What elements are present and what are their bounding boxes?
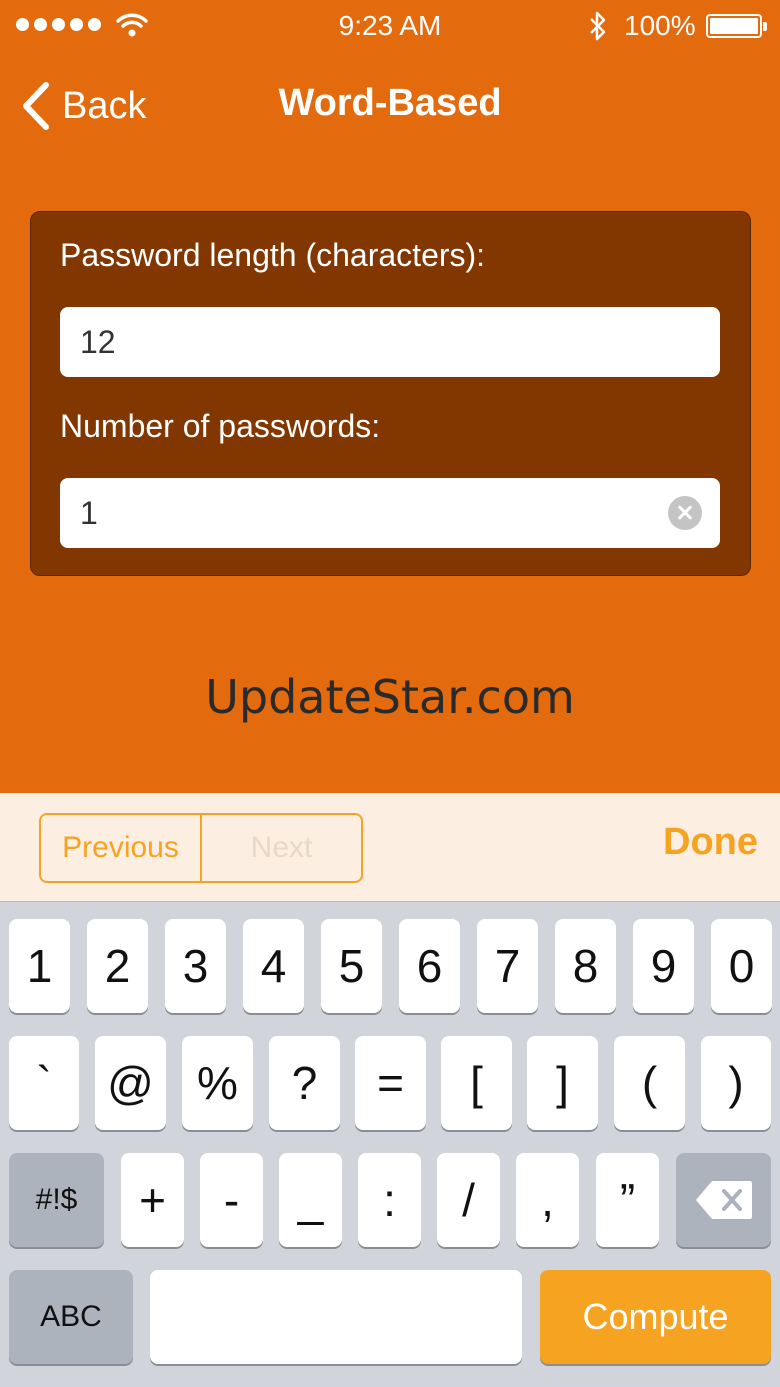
password-count-value: 1	[80, 494, 98, 531]
key-left-paren[interactable]: (	[614, 1036, 685, 1130]
backspace-icon	[695, 1181, 752, 1219]
key-slash[interactable]: /	[437, 1153, 500, 1247]
key-4[interactable]: 4	[243, 919, 304, 1013]
key-8[interactable]: 8	[555, 919, 616, 1013]
abc-key[interactable]: ABC	[9, 1270, 133, 1364]
key-9[interactable]: 9	[633, 919, 694, 1013]
key-at[interactable]: @	[95, 1036, 166, 1130]
key-right-bracket[interactable]: ]	[527, 1036, 598, 1130]
key-question[interactable]: ?	[269, 1036, 340, 1130]
key-plus[interactable]: +	[121, 1153, 184, 1247]
key-6[interactable]: 6	[399, 919, 460, 1013]
keyboard-accessory-bar: Previous Next Done	[0, 793, 780, 901]
password-length-value: 12	[80, 323, 116, 360]
done-button[interactable]: Done	[663, 821, 758, 864]
key-2[interactable]: 2	[87, 919, 148, 1013]
keyboard: 1 2 3 4 5 6 7 8 9 0 ` @ % ? = [ ] ( ) #!…	[0, 901, 780, 1387]
previous-button[interactable]: Previous	[41, 815, 202, 881]
password-count-input[interactable]: 1	[60, 478, 720, 548]
key-equals[interactable]: =	[355, 1036, 426, 1130]
key-left-bracket[interactable]: [	[441, 1036, 512, 1130]
next-button[interactable]: Next	[202, 815, 361, 881]
key-minus[interactable]: -	[200, 1153, 263, 1247]
symbols-mode-key[interactable]: #!$	[9, 1153, 104, 1247]
password-length-input[interactable]: 12	[60, 307, 720, 377]
key-colon[interactable]: :	[358, 1153, 421, 1247]
key-percent[interactable]: %	[182, 1036, 253, 1130]
key-comma[interactable]: ,	[516, 1153, 579, 1247]
battery-percent: 100%	[624, 10, 696, 41]
password-length-label: Password length (characters):	[60, 237, 486, 273]
key-3[interactable]: 3	[165, 919, 226, 1013]
key-7[interactable]: 7	[477, 919, 538, 1013]
key-5[interactable]: 5	[321, 919, 382, 1013]
key-quote[interactable]: ”	[596, 1153, 659, 1247]
navigation-bar: Back Word-Based	[0, 60, 780, 150]
bluetooth-icon	[590, 11, 606, 41]
compute-button[interactable]: Compute	[540, 1270, 771, 1364]
page-title: Word-Based	[278, 82, 502, 124]
settings-panel: Password length (characters): 12 Number …	[30, 211, 751, 576]
key-0[interactable]: 0	[711, 919, 772, 1013]
clear-icon[interactable]	[668, 496, 702, 530]
key-1[interactable]: 1	[9, 919, 70, 1013]
watermark: UpdateStar.com	[205, 670, 575, 724]
key-backtick[interactable]: `	[9, 1036, 79, 1130]
password-count-label: Number of passwords:	[60, 408, 381, 444]
backspace-key[interactable]	[676, 1153, 771, 1247]
key-right-paren[interactable]: )	[701, 1036, 771, 1130]
space-key[interactable]	[150, 1270, 522, 1364]
key-underscore[interactable]: _	[279, 1153, 342, 1247]
battery-icon	[706, 14, 767, 38]
prev-next-control: Previous Next	[39, 813, 363, 883]
status-bar: 9:23 AM 100%	[0, 0, 780, 52]
